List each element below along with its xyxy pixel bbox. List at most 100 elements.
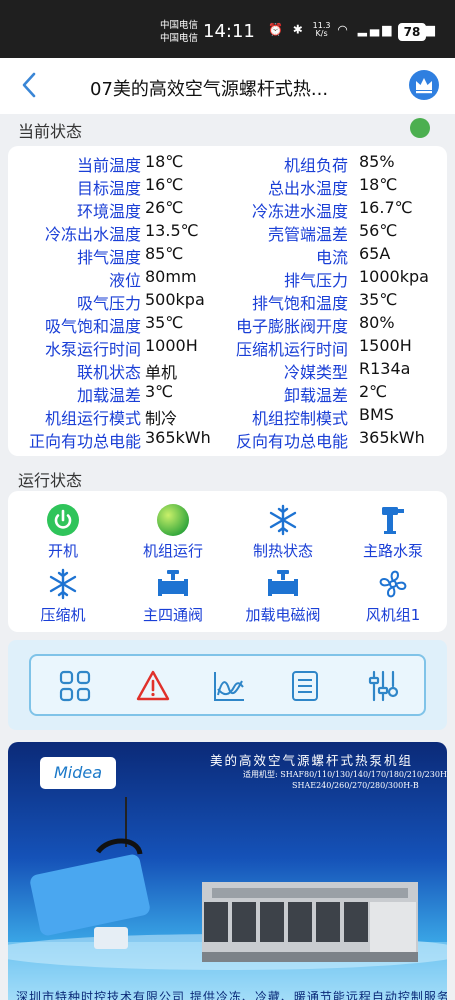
back-button[interactable] [20,71,38,104]
status-label: 压缩机 [40,606,86,624]
param-row: 当前温度 18℃ 机组负荷 85% [8,152,447,175]
param-row: 排气温度 85℃ 电流 65A [8,244,447,267]
status-load-solenoid-valve[interactable]: 加载电磁阀 [228,567,338,625]
param-label: 联机状态 [76,363,141,382]
status-power-on[interactable]: 开机 [8,503,118,561]
section-title-run-status: 运行状态 [18,471,83,490]
alarm-button[interactable] [136,669,170,703]
clock: 14:11 [203,21,255,42]
status-four-way-valve[interactable]: 主四通阀 [118,567,228,625]
param-label: 排气温度 [76,248,141,267]
banner-models-line-1: 适用机型: SHAF80/110/130/140/170/180/210/230… [243,770,447,779]
param-label: 电子膨胀阀开度 [235,317,348,336]
list-document-icon [292,671,318,701]
param-label: 反向有功总电能 [235,432,348,451]
run-status-card: 开机 机组运行 制热状态 主路水泵 压缩机 主四通阀 加载电磁阀 风机组1 [8,491,447,632]
param-row: 吸气压力 500kpa 排气饱和温度 35℃ [8,290,447,313]
param-label: 排气压力 [283,271,348,290]
parameters-card: 当前温度 18℃ 机组负荷 85% 目标温度 16℃ 总出水温度 18℃ 环境温… [8,146,447,456]
param-value: 365kWh [145,428,211,447]
param-value: 2℃ [359,382,388,401]
param-value: 80% [359,313,395,332]
water-pump-icon [376,503,410,537]
param-value: 35℃ [359,290,398,309]
banner-models: 适用机型: SHAF80/110/130/140/170/180/210/230… [243,769,447,791]
param-row: 目标温度 16℃ 总出水温度 18℃ [8,175,447,198]
param-value: 1000H [145,336,198,355]
grid-menu-button[interactable] [58,669,92,703]
valve-icon [266,567,300,601]
param-value: 1000kpa [359,267,429,286]
valve-icon [156,567,190,601]
status-compressor[interactable]: 压缩机 [8,567,118,625]
param-value: BMS [359,405,394,424]
trend-chart-icon [214,672,244,701]
param-row: 加载温差 3℃ 卸载温差 2℃ [8,382,447,405]
status-label: 主四通阀 [142,606,203,624]
product-banner[interactable]: Midea 美的高效空气源螺杆式热泵机组 适用机型: SHAF80/110/13… [8,742,447,1000]
status-label: 风机组1 [365,606,421,624]
param-row: 机组运行模式 制冷 机组控制模式 BMS [8,405,447,428]
param-value: 85℃ [145,244,184,263]
param-value: 56℃ [359,221,398,240]
param-label: 总出水温度 [267,179,348,198]
param-value: 13.5℃ [145,221,199,240]
page-title: 07美的高效空气源螺杆式热... [90,79,329,100]
param-value: 85% [359,152,395,171]
param-value: 3℃ [145,382,174,401]
param-label: 加载温差 [76,386,141,405]
net-speed: 11.3 K/s [313,22,331,38]
param-label: 液位 [108,271,141,290]
banner-title: 美的高效空气源螺杆式热泵机组 [210,753,414,768]
wifi-icon: ◠ [337,22,351,37]
param-label: 吸气饱和温度 [44,317,141,336]
param-value: 16℃ [145,175,184,194]
system-status-bar: 中国电信 中国电信 14:11 ⏰ ✱ 11.3K/s ◠ ▂▄▆ ▂▄▆ 78 [0,0,455,58]
param-value: 单机 [145,363,178,382]
battery-icon: 78 [398,23,429,41]
alarm-icon: ⏰ [268,22,286,37]
crown-button[interactable] [409,70,439,100]
param-label: 环境温度 [76,202,141,221]
status-main-pump[interactable]: 主路水泵 [338,503,448,561]
param-row: 水泵运行时间 1000H 压缩机运行时间 1500H [8,336,447,359]
fan-icon [376,567,410,601]
banner-models-line-2: SHAE240/260/270/280/300H-B [292,781,419,790]
records-button[interactable] [288,669,322,703]
param-label: 正向有功总电能 [28,432,141,451]
param-row: 正向有功总电能 365kWh 反向有功总电能 365kWh [8,428,447,451]
status-heating[interactable]: 制热状态 [228,503,338,561]
param-value: 65A [359,244,391,263]
param-label: 机组负荷 [283,156,348,175]
param-label: 冷冻出水温度 [44,225,141,244]
status-unit-running[interactable]: 机组运行 [118,503,228,561]
param-label: 壳管端温差 [267,225,348,244]
settings-button[interactable] [366,669,400,703]
carrier-2: 中国电信 [160,33,199,44]
snowflake-icon [266,503,300,537]
chevron-left-icon [22,72,36,98]
carrier-info: 中国电信 中国电信 [160,19,198,45]
status-label: 制热状态 [252,542,313,560]
param-value: 18℃ [145,152,184,171]
grid-menu-icon [59,670,91,702]
param-label: 电流 [315,248,348,267]
settings-sliders-icon [368,670,399,702]
status-fan-group-1[interactable]: 风机组1 [338,567,448,625]
alarm-warning-icon [136,670,170,701]
param-value: 365kWh [359,428,425,447]
crown-icon [416,78,432,94]
param-value: 26℃ [145,198,184,217]
param-row: 冷冻出水温度 13.5℃ 壳管端温差 56℃ [8,221,447,244]
bluetooth-icon: ✱ [292,22,306,37]
status-label: 加载电磁阀 [245,606,321,624]
param-label: 压缩机运行时间 [235,340,348,359]
param-value: 制冷 [145,409,178,428]
banner-footer: 深圳市特种时控技术有限公司 提供冷冻、冷藏、暖通节能远程自动控制服务 [16,990,447,1000]
trend-chart-button[interactable] [212,669,246,703]
param-label: 冷媒类型 [283,363,348,382]
param-label: 目标温度 [76,179,141,198]
carrier-1: 中国电信 [160,20,199,31]
param-label: 吸气压力 [76,294,141,313]
param-row: 环境温度 26℃ 冷冻进水温度 16.7℃ [8,198,447,221]
